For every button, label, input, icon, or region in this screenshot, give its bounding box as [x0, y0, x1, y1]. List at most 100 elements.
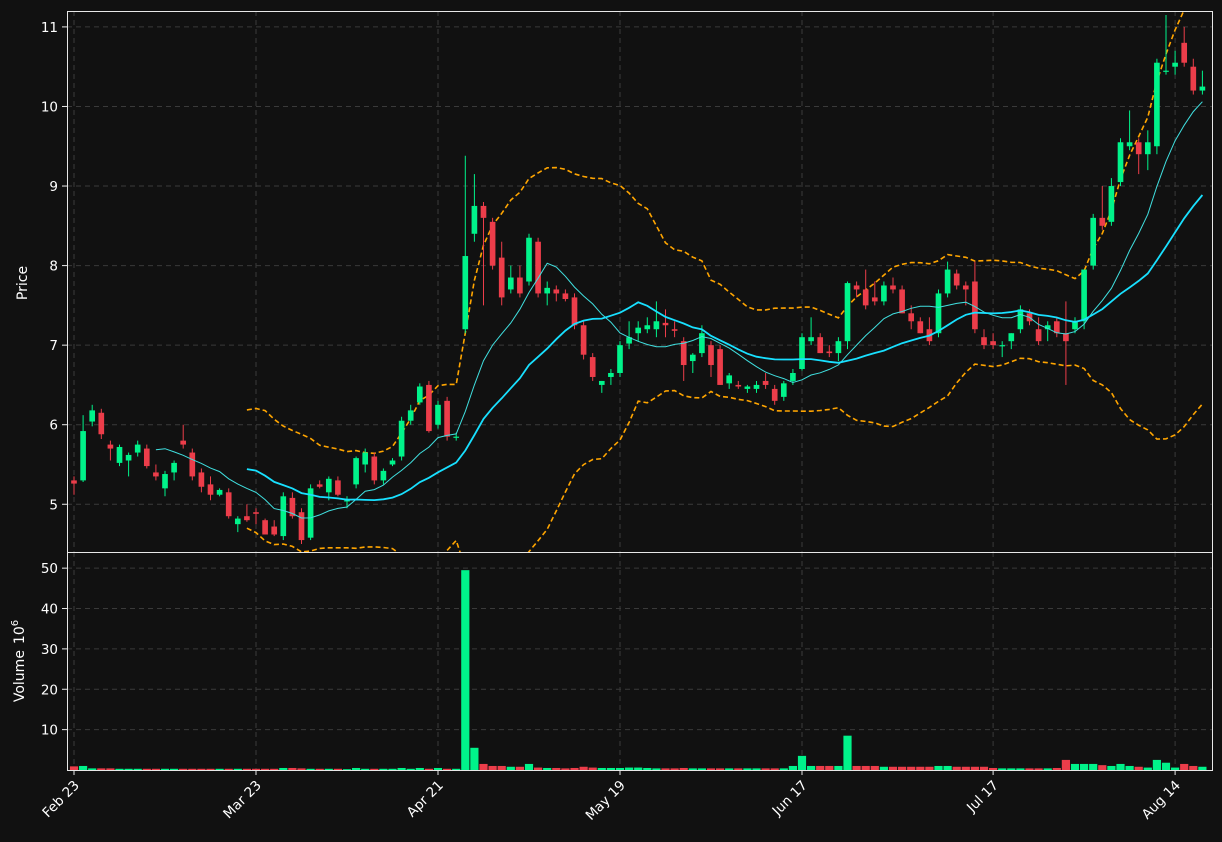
candle-body — [653, 321, 660, 330]
volume-bar — [170, 768, 179, 770]
candle-body — [962, 285, 969, 290]
candle-body — [1090, 217, 1097, 266]
volume-bar — [1061, 759, 1070, 770]
volume-bar — [989, 767, 998, 770]
volume-bar — [179, 768, 188, 770]
candle-body — [790, 372, 796, 381]
candle-body — [1126, 142, 1133, 147]
volume-bar — [297, 768, 306, 770]
volume-axis-label: Volume 106 — [10, 620, 28, 702]
candle-body — [189, 452, 196, 477]
price-tick-label: 7 — [49, 338, 58, 354]
candle-body — [517, 277, 523, 294]
volume-bar — [670, 768, 679, 770]
candle-body — [398, 420, 405, 457]
candle-body — [335, 480, 341, 495]
candle-body — [362, 452, 369, 465]
candle-body — [198, 472, 205, 487]
volume-bar — [1034, 768, 1043, 770]
volume-bar — [215, 768, 224, 770]
volume-bar — [470, 747, 479, 770]
volume-bar — [615, 767, 625, 770]
volume-bar — [570, 767, 579, 770]
candle-body — [416, 386, 423, 403]
volume-bar — [424, 768, 433, 770]
candle-body — [1181, 42, 1188, 63]
volume-label-text: Volume — [12, 650, 28, 702]
candle-body — [535, 241, 541, 294]
candle-body — [171, 462, 177, 473]
volume-bar — [461, 570, 470, 770]
volume-bar — [406, 768, 415, 770]
candle-body — [671, 329, 678, 331]
candle-body — [780, 383, 787, 397]
candle-body — [862, 289, 869, 306]
candle-body — [726, 375, 733, 384]
candle-body — [598, 380, 605, 385]
chart-background — [0, 0, 1222, 842]
candle-body — [216, 489, 223, 495]
volume-bar — [97, 768, 106, 770]
volume-bar — [998, 768, 1007, 770]
candle-body — [835, 341, 842, 354]
volume-bar — [479, 763, 488, 770]
candle-body — [453, 436, 460, 438]
candle-body — [708, 345, 714, 366]
candle-body — [380, 470, 387, 481]
candle-body — [134, 444, 141, 453]
volume-exponent-base: 10 — [12, 626, 28, 644]
volume-bar — [661, 768, 670, 770]
candle-body — [162, 474, 168, 489]
volume-bar — [688, 768, 697, 770]
volume-bar — [133, 768, 142, 770]
candle-body — [617, 345, 623, 373]
volume-bar — [934, 765, 943, 770]
candle-body — [125, 454, 132, 461]
candle-body — [426, 384, 432, 432]
volume-bar — [352, 767, 361, 770]
volume-bar — [1089, 763, 1098, 770]
volume-bar — [807, 765, 816, 770]
candle-body — [234, 518, 241, 525]
volume-bar — [388, 768, 397, 770]
volume-bar — [579, 766, 588, 770]
volume-bar — [261, 768, 270, 770]
price-tick-label: 10 — [41, 99, 58, 115]
volume-bar — [861, 765, 870, 770]
candle-body — [608, 372, 614, 377]
volume-bar — [1171, 767, 1180, 770]
volume-bar — [197, 768, 206, 770]
candle-body — [98, 412, 105, 435]
volume-bar — [825, 765, 834, 770]
candle-body — [544, 287, 551, 294]
volume-bar — [788, 765, 797, 770]
candle-body — [80, 431, 86, 481]
candle-body — [207, 484, 214, 495]
candle-body — [371, 456, 378, 481]
volume-bar — [588, 767, 597, 770]
volume-bar — [397, 767, 406, 770]
candle-body — [908, 313, 915, 322]
volume-bar — [625, 767, 634, 770]
volume-tick-label: 40 — [41, 602, 58, 618]
volume-bar — [1025, 768, 1034, 770]
volume-bar — [1016, 768, 1025, 770]
candle-body — [944, 269, 951, 294]
candle-body — [262, 520, 268, 535]
volume-bar — [979, 766, 989, 770]
volume-bar — [970, 766, 979, 770]
volume-bar — [834, 765, 843, 770]
volume-bar — [1125, 765, 1134, 770]
volume-tick-label: 50 — [41, 561, 58, 577]
volume-bar — [379, 768, 388, 770]
volume-bar — [333, 768, 342, 770]
volume-bar — [106, 768, 115, 770]
volume-bar — [1070, 763, 1080, 770]
volume-bar — [743, 768, 752, 770]
candlestick-chart: 567891011 Price 1020304050 Volume106 Feb… — [0, 0, 1222, 842]
candle-body — [316, 484, 323, 487]
volume-bar — [142, 768, 151, 770]
volume-bar — [552, 767, 561, 770]
price-tick-label: 11 — [41, 20, 58, 36]
candle-body — [753, 384, 760, 389]
